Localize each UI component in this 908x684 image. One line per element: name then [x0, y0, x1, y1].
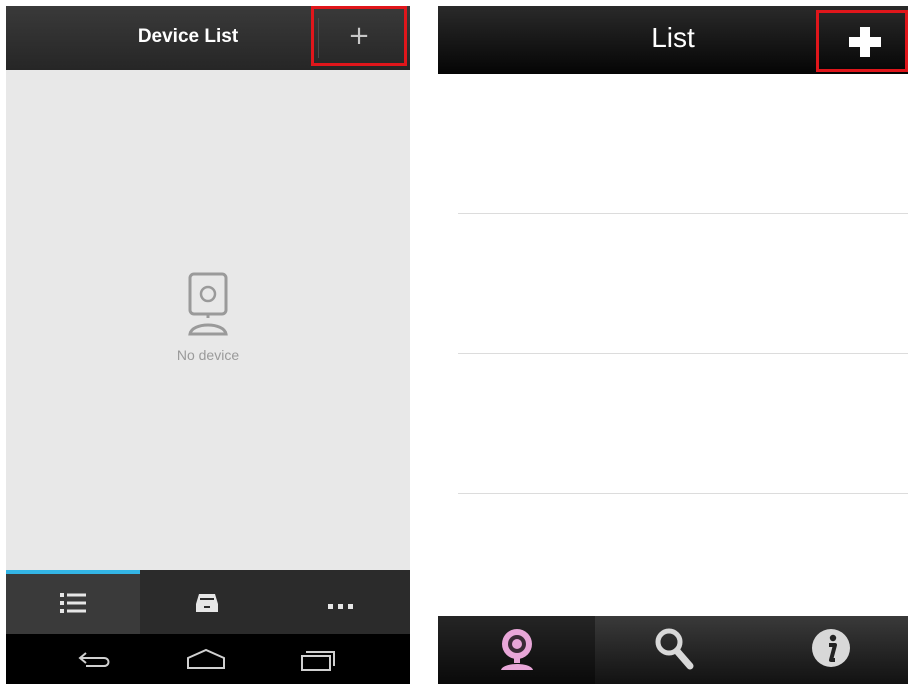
- recent-apps-button[interactable]: [296, 644, 340, 674]
- list-icon: [60, 593, 86, 613]
- list-screen: List: [438, 6, 908, 684]
- camera-icon: [188, 272, 228, 336]
- tab-more[interactable]: [274, 570, 408, 634]
- tab-info[interactable]: [752, 616, 908, 684]
- app-header: Device List +: [6, 6, 410, 70]
- add-camera-button[interactable]: [816, 10, 908, 72]
- list-row-divider: [458, 493, 908, 494]
- bottom-tab-bar: [438, 616, 908, 684]
- system-nav-bar: [6, 634, 410, 684]
- empty-label: No device: [176, 347, 240, 363]
- back-button[interactable]: [74, 644, 118, 674]
- home-button[interactable]: [184, 644, 228, 674]
- tab-search[interactable]: [595, 616, 752, 684]
- more-icon: [328, 604, 353, 609]
- device-list-area: No device: [6, 70, 410, 570]
- back-icon: [78, 652, 110, 667]
- webcam-icon: [500, 629, 533, 670]
- plus-icon: [849, 27, 881, 57]
- active-tab-indicator: [6, 570, 140, 574]
- tab-device-list[interactable]: [6, 570, 140, 634]
- list-row-divider: [458, 213, 908, 214]
- app-header: List: [438, 6, 908, 74]
- tab-storage[interactable]: [140, 570, 274, 634]
- plus-icon: +: [348, 21, 370, 51]
- device-list-screen: Device List + No device: [6, 6, 410, 684]
- camera-list: [438, 74, 908, 616]
- add-device-button[interactable]: +: [311, 6, 407, 66]
- search-icon: [655, 628, 693, 670]
- tab-cameras[interactable]: [438, 616, 595, 684]
- recent-apps-icon: [301, 651, 335, 671]
- tray-icon: [196, 594, 218, 612]
- bottom-tab-bar: [6, 570, 410, 634]
- home-icon: [187, 648, 225, 669]
- list-row-divider: [458, 353, 908, 354]
- info-icon: [811, 629, 850, 667]
- empty-state: No device: [6, 272, 410, 363]
